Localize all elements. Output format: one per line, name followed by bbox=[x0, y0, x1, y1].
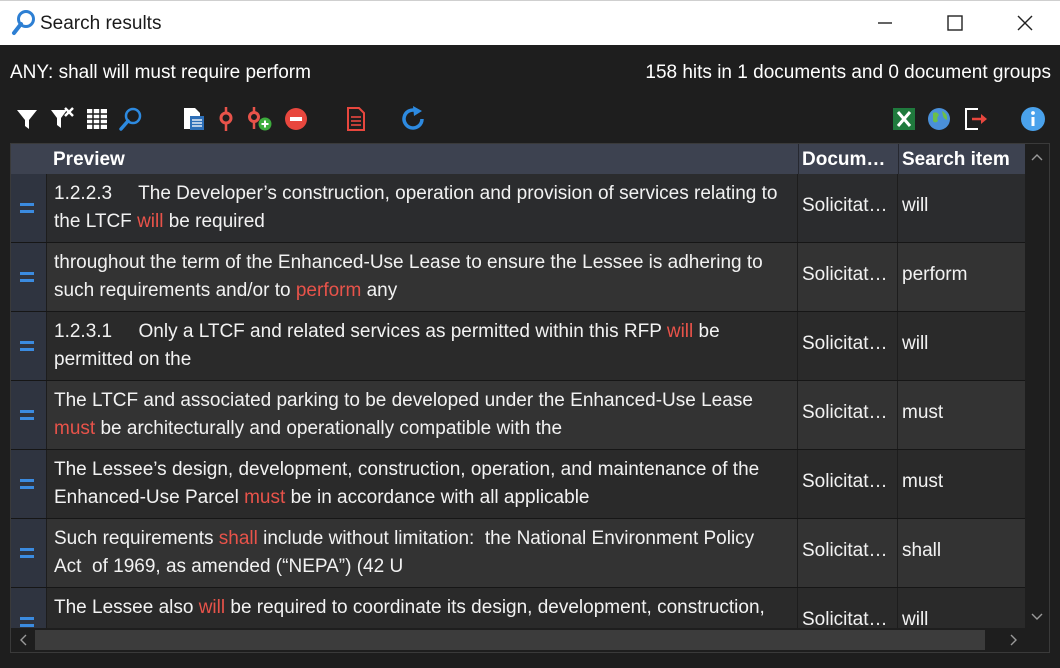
equals-icon bbox=[20, 479, 34, 493]
preview-cell: throughout the term of the Enhanced-Use … bbox=[48, 243, 798, 311]
refresh-button[interactable] bbox=[400, 105, 428, 133]
filter-icon bbox=[17, 110, 37, 129]
search-item-cell: must bbox=[902, 471, 944, 492]
search-hit: will bbox=[198, 597, 226, 618]
row-selector[interactable] bbox=[11, 243, 47, 311]
equals-icon bbox=[20, 410, 34, 424]
document-list-button[interactable] bbox=[180, 105, 208, 133]
column-document[interactable]: Docum… bbox=[802, 144, 896, 174]
table-row[interactable]: Such requirements shall include without … bbox=[11, 519, 1026, 588]
info-icon bbox=[1021, 107, 1045, 131]
red-pin-icon bbox=[219, 107, 233, 131]
table-row[interactable]: The Lessee’s design, development, constr… bbox=[11, 450, 1026, 519]
title-bar: Search results bbox=[0, 0, 1060, 45]
add-pin-icon bbox=[248, 107, 272, 131]
search-hit: must bbox=[54, 418, 96, 439]
search-item-cell: will bbox=[902, 333, 929, 354]
remove-icon bbox=[285, 108, 307, 130]
table-row[interactable]: The LTCF and associated parking to be de… bbox=[11, 381, 1026, 450]
row-selector[interactable] bbox=[11, 519, 47, 587]
globe-icon bbox=[928, 108, 950, 130]
remove-button[interactable] bbox=[284, 105, 312, 133]
document-cell: Solicitat… bbox=[798, 519, 898, 587]
preview-cell: 1.2.2.3 The Developer’s construction, op… bbox=[48, 174, 798, 242]
excel-icon bbox=[893, 108, 915, 130]
close-icon bbox=[1017, 15, 1033, 31]
export-button[interactable] bbox=[962, 105, 990, 133]
document-cell: Solicitat… bbox=[798, 174, 898, 242]
minimize-button[interactable] bbox=[850, 1, 920, 46]
minimize-icon bbox=[878, 22, 892, 24]
search-icon bbox=[119, 107, 142, 131]
search-hit: must bbox=[244, 487, 286, 508]
pin-button[interactable] bbox=[214, 105, 242, 133]
clear-filter-icon bbox=[51, 107, 74, 128]
search-button[interactable] bbox=[118, 105, 146, 133]
document-cell: Solicitat… bbox=[798, 450, 898, 518]
search-hit: perform bbox=[295, 280, 362, 301]
columns-button[interactable] bbox=[84, 105, 112, 133]
document-list-icon bbox=[184, 108, 204, 130]
table-row[interactable]: throughout the term of the Enhanced-Use … bbox=[11, 243, 1026, 312]
preview-cell: The Lessee’s design, development, constr… bbox=[48, 450, 798, 518]
grid-header: Preview Docum… Search item bbox=[11, 144, 1026, 174]
document-cell: Solicitat… bbox=[798, 381, 898, 449]
filter-button[interactable] bbox=[14, 105, 42, 133]
column-search-item[interactable]: Search item bbox=[902, 144, 1026, 174]
vertical-scrollbar[interactable] bbox=[1025, 144, 1049, 628]
close-button[interactable] bbox=[990, 1, 1060, 46]
maximize-button[interactable] bbox=[920, 1, 990, 46]
row-selector[interactable] bbox=[11, 312, 47, 380]
equals-icon bbox=[20, 341, 34, 355]
horizontal-scroll-thumb[interactable] bbox=[35, 630, 985, 650]
search-hit: shall bbox=[218, 528, 258, 549]
document-cell: Solicitat… bbox=[798, 312, 898, 380]
equals-icon bbox=[20, 272, 34, 286]
magnifier-icon bbox=[12, 10, 35, 35]
table-row[interactable]: 1.2.2.3 The Developer’s construction, op… bbox=[11, 174, 1026, 243]
search-item-cell: must bbox=[902, 402, 944, 423]
scroll-right-icon[interactable] bbox=[1009, 634, 1019, 646]
horizontal-scrollbar[interactable] bbox=[11, 628, 1049, 652]
scroll-up-icon[interactable] bbox=[1031, 152, 1043, 162]
export-excel-button[interactable] bbox=[890, 105, 918, 133]
document-cell: Solicitat… bbox=[798, 243, 898, 311]
columns-icon bbox=[87, 109, 107, 129]
scroll-left-icon[interactable] bbox=[18, 634, 28, 646]
web-button[interactable] bbox=[926, 105, 954, 133]
report-button[interactable] bbox=[344, 105, 372, 133]
table-row[interactable]: 1.2.3.1 Only a LTCF and related services… bbox=[11, 312, 1026, 381]
column-preview[interactable]: Preview bbox=[53, 144, 793, 174]
results-grid: Preview Docum… Search item 1.2.2.3 The D… bbox=[10, 143, 1050, 653]
report-icon bbox=[347, 107, 365, 131]
clear-filter-button[interactable] bbox=[48, 105, 76, 133]
equals-icon bbox=[20, 203, 34, 217]
search-item-cell: perform bbox=[902, 264, 968, 285]
export-icon bbox=[965, 108, 987, 130]
hits-summary: 158 hits in 1 documents and 0 document g… bbox=[645, 62, 1051, 83]
preview-cell: 1.2.3.1 Only a LTCF and related services… bbox=[48, 312, 798, 380]
search-results-panel: ANY: shall will must require perform 158… bbox=[0, 45, 1060, 668]
row-selector[interactable] bbox=[11, 381, 47, 449]
search-hit: will bbox=[666, 321, 694, 342]
equals-icon bbox=[20, 548, 34, 562]
maximize-icon bbox=[947, 15, 963, 31]
refresh-icon bbox=[402, 106, 424, 130]
info-button[interactable] bbox=[1020, 105, 1048, 133]
row-selector[interactable] bbox=[11, 450, 47, 518]
add-pin-button[interactable] bbox=[246, 105, 274, 133]
search-item-cell: will bbox=[902, 195, 929, 216]
search-item-cell: shall bbox=[902, 540, 942, 561]
row-selector[interactable] bbox=[11, 174, 47, 242]
scroll-down-icon[interactable] bbox=[1031, 612, 1043, 622]
preview-cell: The LTCF and associated parking to be de… bbox=[48, 381, 798, 449]
query-text: ANY: shall will must require perform bbox=[10, 62, 311, 83]
preview-cell: Such requirements shall include without … bbox=[48, 519, 798, 587]
window-title: Search results bbox=[40, 13, 162, 34]
search-hit: will bbox=[137, 211, 164, 232]
